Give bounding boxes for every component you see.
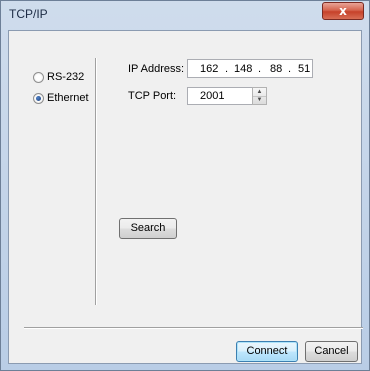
- radio-button-selected-icon[interactable]: [33, 92, 44, 104]
- ip-octet-1[interactable]: 162: [200, 63, 218, 75]
- connect-button[interactable]: Connect: [236, 341, 298, 362]
- close-button[interactable]: x: [322, 2, 364, 20]
- radio-button-icon[interactable]: [33, 71, 44, 83]
- vertical-divider: [95, 58, 96, 305]
- ip-separator: .: [225, 63, 229, 75]
- window-title: TCP/IP: [9, 7, 48, 21]
- tcp-port-value: 2001: [200, 90, 225, 102]
- ip-octet-4[interactable]: 51: [298, 63, 310, 75]
- ip-address-field[interactable]: 162 . 148 . 88 . 51: [187, 59, 313, 78]
- tcp-port-label: TCP Port:: [128, 90, 177, 102]
- ip-octet-2[interactable]: 148: [234, 63, 252, 75]
- radio-rs232-label: RS-232: [47, 71, 85, 83]
- ip-separator: .: [258, 63, 262, 75]
- ip-separator: .: [288, 63, 292, 75]
- radio-ethernet-label: Ethernet: [47, 92, 89, 104]
- horizontal-divider: [24, 327, 363, 328]
- tcp-port-input[interactable]: 2001: [187, 87, 253, 105]
- cancel-button[interactable]: Cancel: [305, 341, 358, 362]
- title-bar[interactable]: TCP/IP x: [1, 1, 369, 30]
- tcp-port-spinner[interactable]: ▲ ▼: [252, 87, 267, 105]
- radio-rs232[interactable]: RS-232: [33, 71, 84, 83]
- radio-ethernet[interactable]: Ethernet: [33, 92, 89, 104]
- search-button[interactable]: Search: [119, 218, 177, 239]
- close-icon: x: [339, 4, 347, 18]
- tcpip-dialog-window: TCP/IP x RS-232 Ethernet IP Address: 162…: [0, 0, 370, 371]
- ip-address-label: IP Address:: [128, 63, 185, 75]
- spin-down-icon[interactable]: ▼: [253, 96, 266, 104]
- ip-octet-3[interactable]: 88: [270, 63, 282, 75]
- dialog-client-area: RS-232 Ethernet IP Address: 162 . 148 . …: [8, 30, 363, 364]
